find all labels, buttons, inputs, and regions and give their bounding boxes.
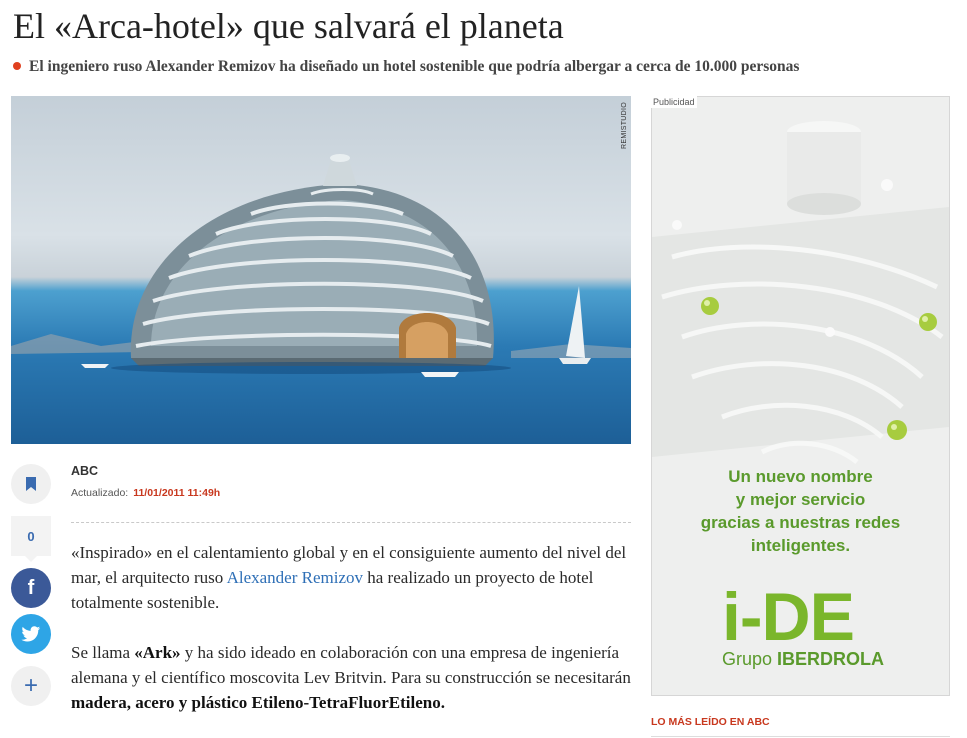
- updated-timestamp: 11/01/2011 11:49h: [133, 487, 221, 499]
- ad-line: inteligentes.: [750, 536, 851, 555]
- paragraph-text: Se llama: [71, 643, 135, 662]
- ad-line: gracias a nuestras redes: [700, 513, 901, 532]
- plus-icon: +: [23, 672, 38, 699]
- ad-label: Publicidad: [651, 96, 697, 108]
- twitter-share-button[interactable]: [11, 614, 51, 654]
- bullet-dot-icon: [13, 62, 21, 70]
- ide-logo: i-DE Grupo IBERDROLA: [722, 579, 884, 670]
- comment-count[interactable]: 0: [11, 516, 51, 562]
- ad-line: y mejor servicio: [735, 490, 866, 509]
- headline: El «Arca-hotel» que salvará el planeta: [13, 6, 564, 46]
- byline-divider: [71, 522, 631, 523]
- logo-prefix: Grupo: [722, 649, 778, 669]
- subtitle: El ingeniero ruso Alexander Remizov ha d…: [13, 56, 799, 78]
- updated-info: Actualizado: 11/01/2011 11:49h: [71, 487, 220, 499]
- article-paragraph-2: Se llama «Ark» y ha sido ideado en colab…: [71, 640, 631, 715]
- twitter-icon: [21, 625, 41, 641]
- author-link[interactable]: Alexander Remizov: [227, 568, 363, 587]
- byline: ABC Actualizado: 11/01/2011 11:49h: [71, 464, 220, 499]
- ad-line: Un nuevo nombre: [728, 467, 873, 486]
- bold-text: «Ark»: [134, 643, 181, 662]
- updated-label: Actualizado:: [71, 487, 129, 499]
- subtitle-text: El ingeniero ruso Alexander Remizov ha d…: [29, 58, 800, 75]
- most-read-divider: [651, 736, 950, 737]
- advertisement[interactable]: Un nuevo nombre y mejor servicio gracias…: [651, 96, 950, 696]
- more-share-button[interactable]: +: [11, 666, 51, 706]
- facebook-share-button[interactable]: f: [11, 568, 51, 608]
- bold-text: madera, acero y plástico Etileno-TetraFl…: [71, 693, 445, 712]
- logo-mark: i-DE: [722, 579, 855, 655]
- ad-copy: Un nuevo nombre y mejor servicio gracias…: [652, 465, 949, 557]
- facebook-icon: f: [27, 576, 35, 599]
- article-paragraph-1: «Inspirado» en el calentamiento global y…: [71, 540, 631, 615]
- logo-brand: IBERDROLA: [777, 649, 885, 669]
- author: ABC: [71, 464, 99, 478]
- logo-subtitle: Grupo IBERDROLA: [722, 649, 884, 670]
- most-read-heading: LO MÁS LEÍDO EN ABC: [651, 716, 770, 728]
- bookmark-icon: [26, 477, 36, 491]
- ark-hotel-illustration: [11, 154, 631, 377]
- bookmark-button[interactable]: [11, 464, 51, 504]
- article-image[interactable]: REMISTUDIO: [11, 96, 631, 444]
- image-credit: REMISTUDIO: [621, 102, 628, 149]
